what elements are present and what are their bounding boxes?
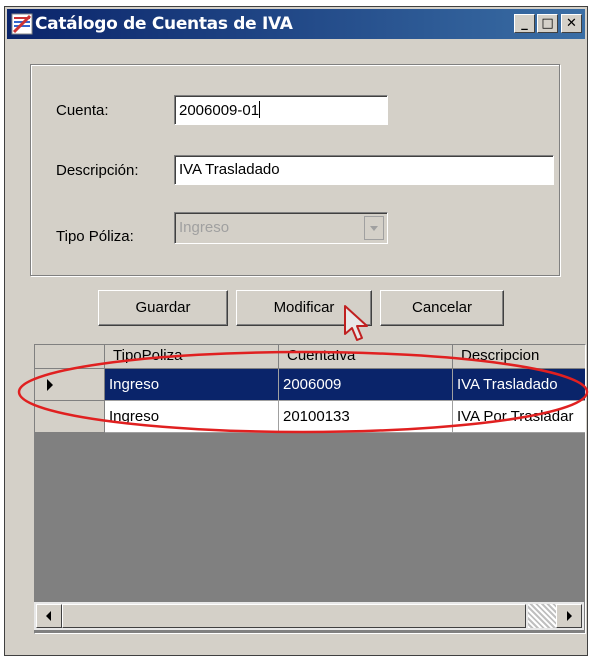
scroll-track[interactable] bbox=[528, 604, 556, 628]
descripcion-input[interactable]: IVA Trasladado bbox=[174, 155, 554, 185]
scroll-thumb[interactable] bbox=[62, 604, 526, 628]
horizontal-scrollbar[interactable] bbox=[34, 602, 584, 630]
current-row-arrow-icon bbox=[47, 379, 53, 391]
row-header[interactable] bbox=[35, 401, 105, 433]
scroll-left-icon bbox=[46, 611, 51, 621]
app-icon bbox=[11, 13, 33, 35]
tipo-poliza-label: Tipo Póliza: bbox=[56, 228, 134, 245]
column-header-cuentaiva[interactable]: CuentaIva bbox=[279, 345, 453, 369]
window-title: Catálogo de Cuentas de IVA bbox=[35, 14, 293, 34]
descripcion-value: IVA Trasladado bbox=[179, 161, 280, 178]
accounts-grid[interactable]: TipoPoliza CuentaIva Descripcion Ingreso… bbox=[34, 344, 586, 634]
table-row[interactable]: Ingreso 2006009 IVA Trasladado bbox=[35, 369, 585, 401]
table-cell[interactable]: 2006009 bbox=[279, 369, 453, 401]
table-cell[interactable]: IVA Por Trasladar bbox=[453, 401, 585, 433]
scroll-right-button[interactable] bbox=[556, 604, 582, 628]
cuenta-value: 2006009-01 bbox=[179, 102, 260, 119]
tipo-poliza-select[interactable]: Ingreso bbox=[174, 212, 388, 244]
tipo-poliza-value: Ingreso bbox=[179, 219, 230, 236]
grid-corner-header bbox=[35, 345, 105, 369]
scroll-right-icon bbox=[567, 611, 572, 621]
close-button[interactable]: ✕ bbox=[561, 14, 582, 33]
cuenta-label: Cuenta: bbox=[56, 102, 109, 119]
table-cell[interactable]: Ingreso bbox=[105, 401, 279, 433]
maximize-button[interactable]: □ bbox=[537, 14, 558, 33]
maximize-icon: □ bbox=[541, 16, 554, 31]
table-row[interactable]: Ingreso 20100133 IVA Por Trasladar bbox=[35, 401, 585, 433]
close-icon: ✕ bbox=[566, 16, 577, 31]
guardar-button[interactable]: Guardar bbox=[98, 290, 228, 326]
column-header-descripcion[interactable]: Descripcion bbox=[453, 345, 585, 369]
title-bar[interactable]: Catálogo de Cuentas de IVA _ □ ✕ bbox=[7, 9, 585, 39]
scroll-left-button[interactable] bbox=[36, 604, 62, 628]
mouse-cursor-icon bbox=[344, 305, 368, 341]
dropdown-arrow-icon[interactable] bbox=[364, 216, 384, 240]
text-caret bbox=[259, 101, 261, 118]
minimize-icon: _ bbox=[521, 16, 528, 31]
cuenta-input[interactable]: 2006009-01 bbox=[174, 95, 388, 125]
table-cell[interactable]: Ingreso bbox=[105, 369, 279, 401]
minimize-button[interactable]: _ bbox=[514, 14, 535, 33]
cancelar-button[interactable]: Cancelar bbox=[380, 290, 504, 326]
table-cell[interactable]: 20100133 bbox=[279, 401, 453, 433]
column-header-tipopoliza[interactable]: TipoPoliza bbox=[105, 345, 279, 369]
row-header[interactable] bbox=[35, 369, 105, 401]
descripcion-label: Descripción: bbox=[56, 162, 139, 179]
table-cell[interactable]: IVA Trasladado bbox=[453, 369, 585, 401]
